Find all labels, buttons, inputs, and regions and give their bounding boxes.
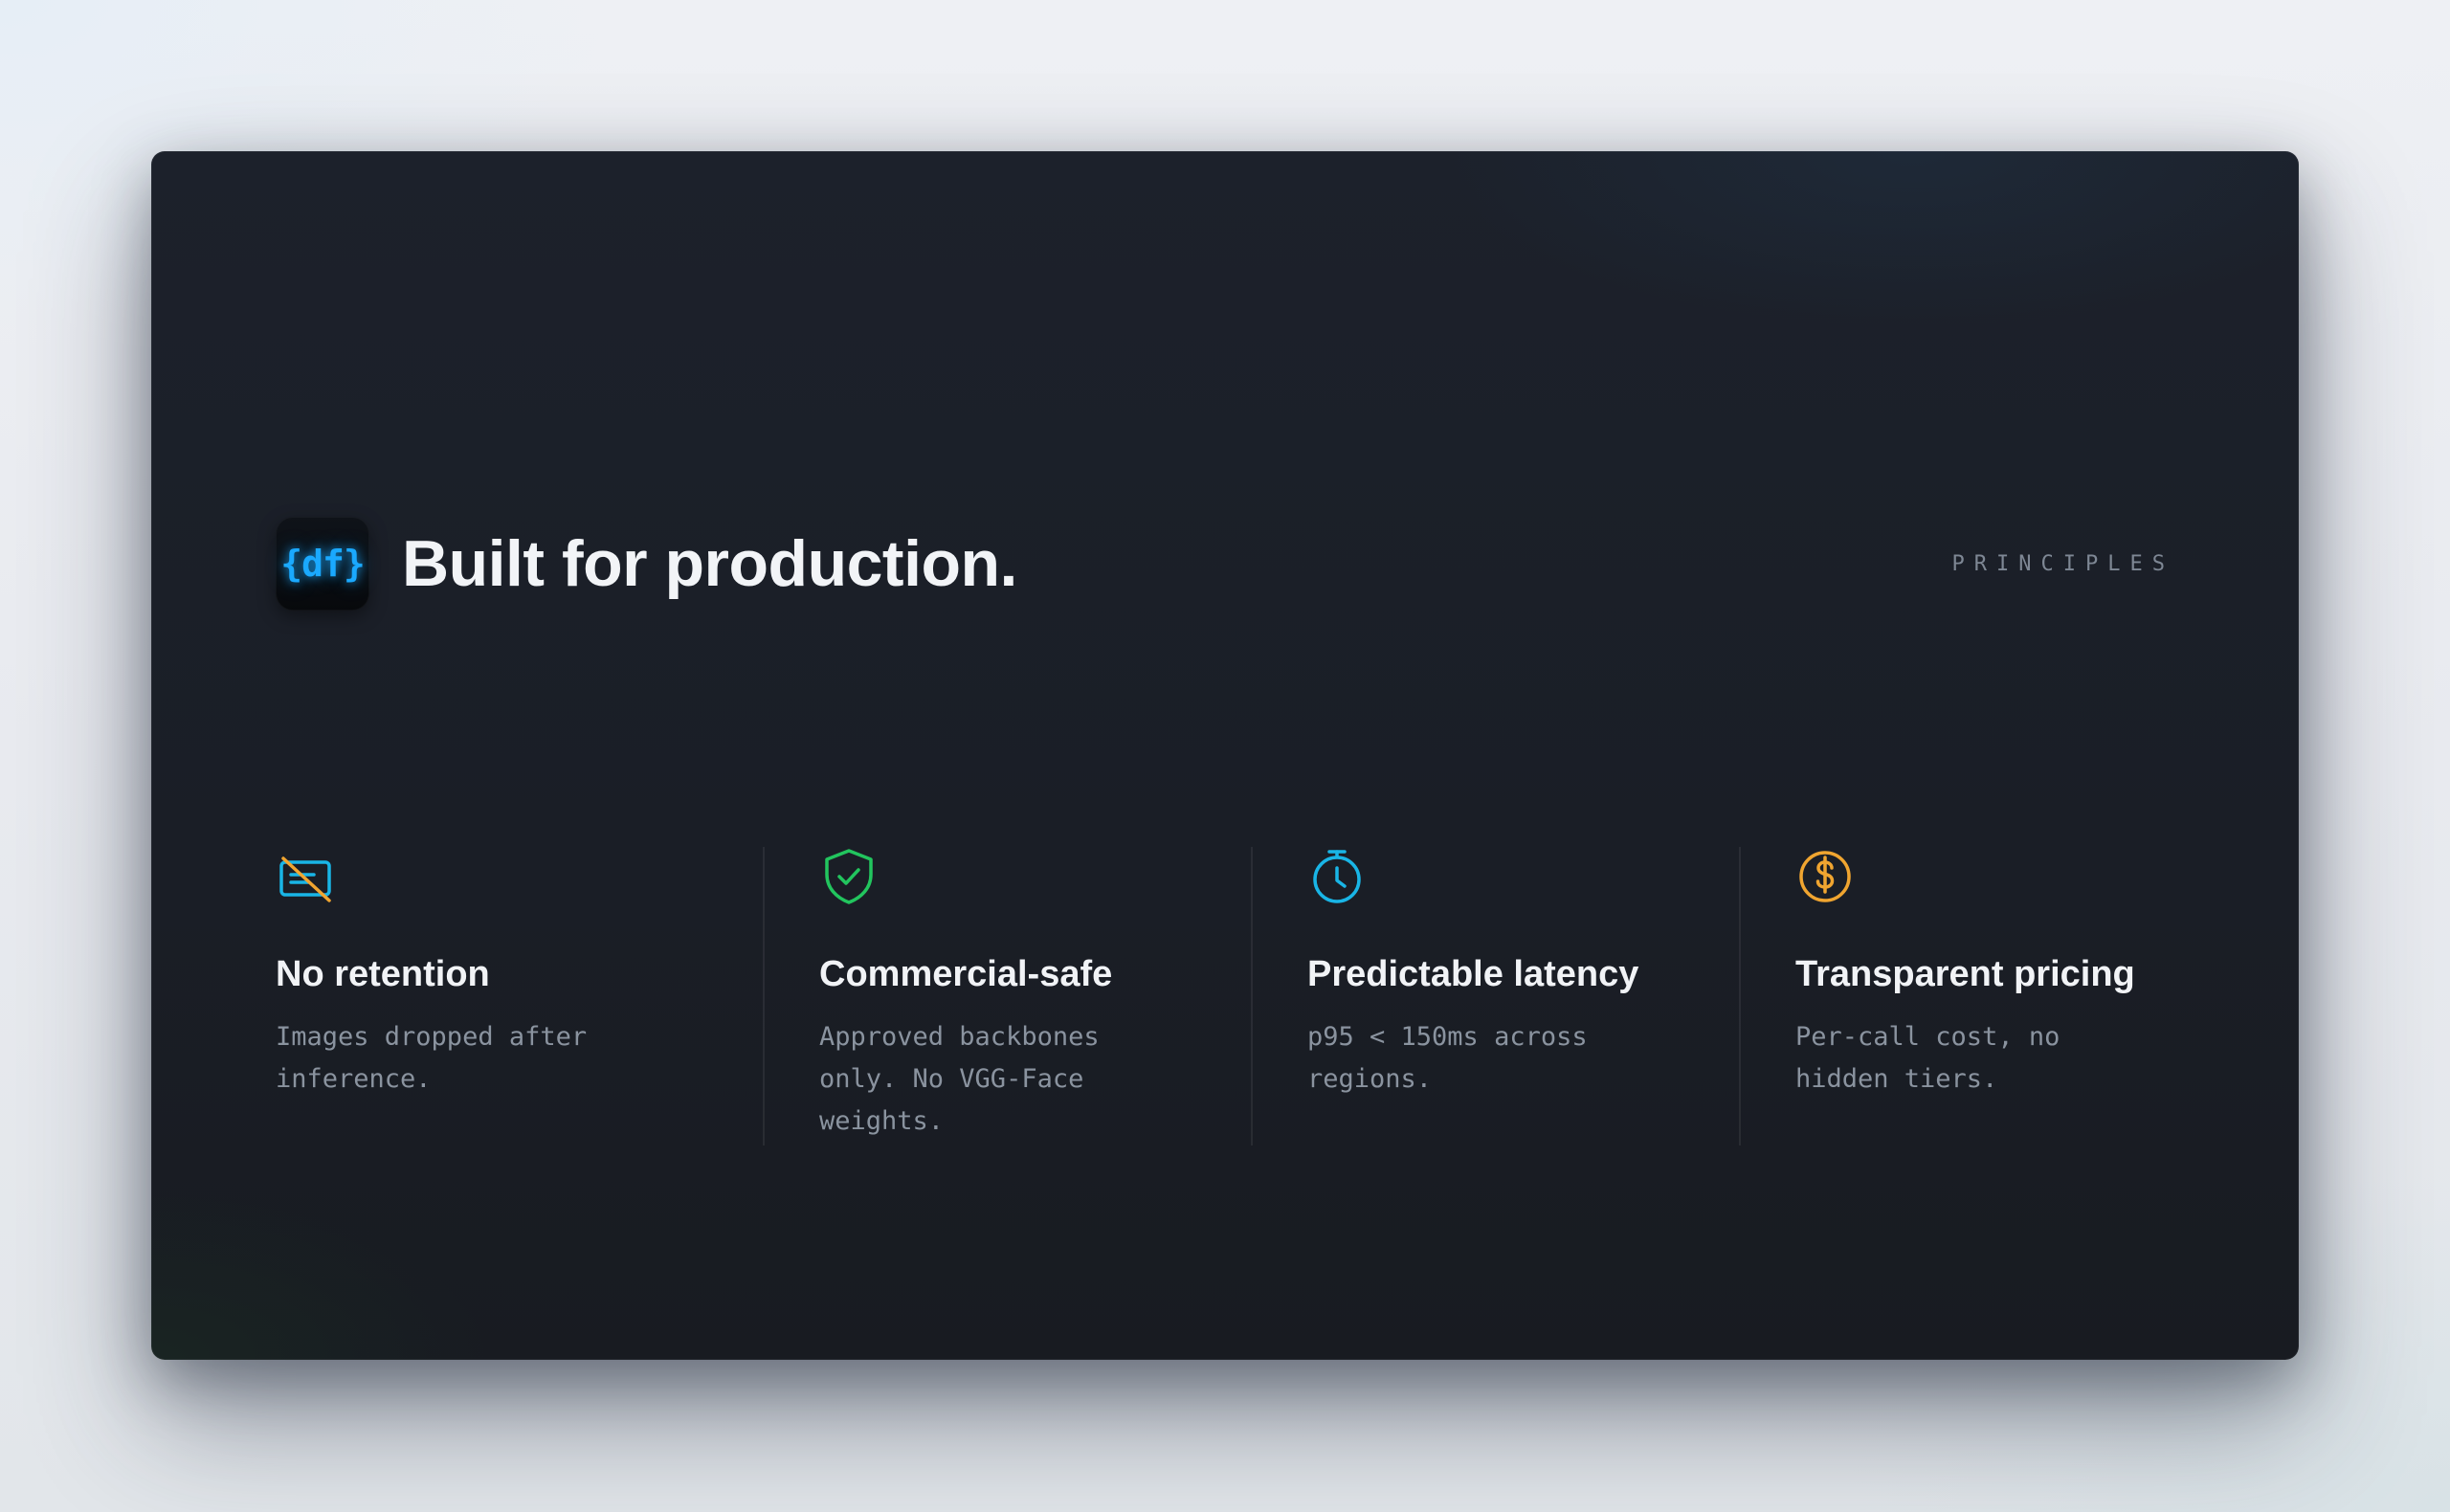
shield-check-icon bbox=[825, 849, 873, 904]
feature-transparent-pricing: Transparent pricing Per-call cost, no hi… bbox=[1739, 847, 2174, 1145]
section-title: Built for production. bbox=[402, 527, 1017, 600]
feature-predictable-latency: Predictable latency p95 < 150ms across r… bbox=[1251, 847, 1739, 1145]
feature-description: Per-call cost, no hidden tiers. bbox=[1795, 1022, 2060, 1094]
feature-no-retention: No retention Images dropped after infere… bbox=[276, 847, 763, 1145]
brand-logo-text: {df} bbox=[280, 543, 366, 585]
section-eyebrow: PRINCIPLES bbox=[1951, 551, 2174, 576]
dollar-coin-icon bbox=[1799, 851, 1851, 902]
no-retention-icon bbox=[279, 856, 331, 902]
feature-description: Images dropped after inference. bbox=[276, 1022, 588, 1094]
feature-description: p95 < 150ms across regions. bbox=[1307, 1022, 1588, 1094]
feature-commercial-safe: Commercial-safe Approved backbones only.… bbox=[763, 847, 1251, 1145]
features-row: No retention Images dropped after infere… bbox=[276, 847, 2174, 1145]
feature-title: Commercial-safe bbox=[819, 954, 1113, 994]
feature-description: Approved backbones only. No VGG-Face wei… bbox=[819, 1022, 1100, 1136]
section-header: {df} Built for production. PRINCIPLES bbox=[276, 517, 2174, 611]
feature-title: Transparent pricing bbox=[1795, 954, 2135, 994]
feature-title: No retention bbox=[276, 954, 490, 994]
principles-card: {df} Built for production. PRINCIPLES No… bbox=[151, 151, 2299, 1360]
stopwatch-icon bbox=[1313, 850, 1361, 903]
feature-title: Predictable latency bbox=[1307, 954, 1639, 994]
brand-logo: {df} bbox=[276, 517, 369, 611]
